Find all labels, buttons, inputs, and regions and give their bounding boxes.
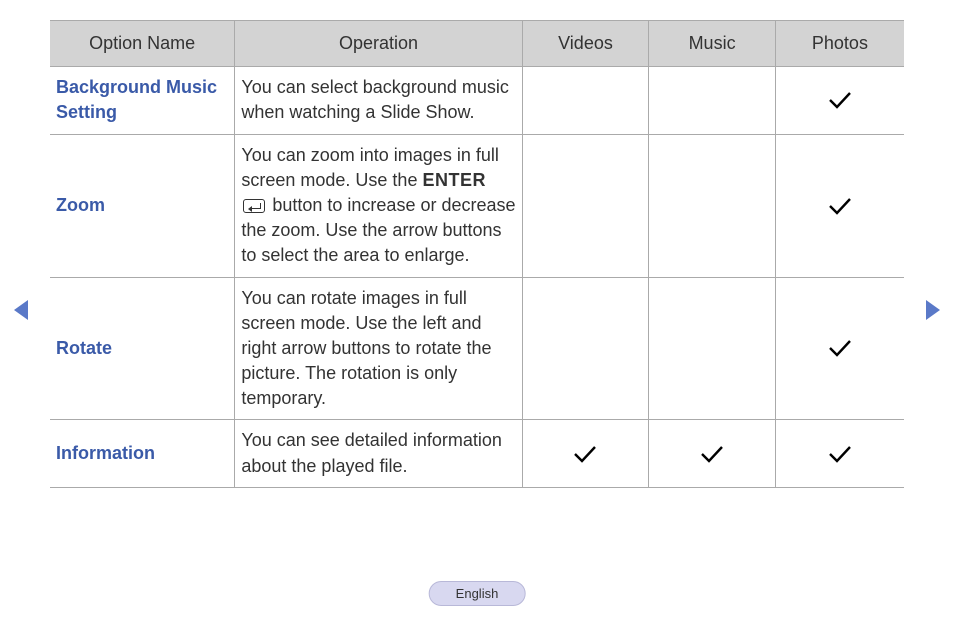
- col-header-operation: Operation: [235, 21, 522, 67]
- check-icon: [782, 338, 898, 358]
- option-name: Rotate: [50, 277, 235, 420]
- option-name: Zoom: [50, 134, 235, 277]
- check-icon: [782, 444, 898, 464]
- col-header-photos: Photos: [775, 21, 904, 67]
- music-support: [649, 134, 776, 277]
- check-icon: [529, 444, 643, 464]
- option-operation: You can see detailed information about t…: [235, 420, 522, 487]
- col-header-option: Option Name: [50, 21, 235, 67]
- videos-support: [522, 134, 649, 277]
- next-page-arrow-icon[interactable]: [926, 300, 940, 320]
- option-name: Background Music Setting: [50, 67, 235, 134]
- enter-button-icon: [243, 199, 265, 213]
- col-header-videos: Videos: [522, 21, 649, 67]
- table-row: InformationYou can see detailed informat…: [50, 420, 904, 487]
- col-header-music: Music: [649, 21, 776, 67]
- photos-support: [775, 277, 904, 420]
- music-support: [649, 277, 776, 420]
- option-operation: You can select background music when wat…: [235, 67, 522, 134]
- options-table: Option Name Operation Videos Music Photo…: [50, 20, 904, 488]
- table-row: RotateYou can rotate images in full scre…: [50, 277, 904, 420]
- videos-support: [522, 67, 649, 134]
- photos-support: [775, 134, 904, 277]
- check-icon: [655, 444, 769, 464]
- videos-support: [522, 277, 649, 420]
- music-support: [649, 67, 776, 134]
- option-operation: You can rotate images in full screen mod…: [235, 277, 522, 420]
- check-icon: [782, 196, 898, 216]
- photos-support: [775, 420, 904, 487]
- prev-page-arrow-icon[interactable]: [14, 300, 28, 320]
- table-row: ZoomYou can zoom into images in full scr…: [50, 134, 904, 277]
- language-indicator[interactable]: English: [429, 581, 526, 606]
- check-icon: [782, 90, 898, 110]
- option-operation: You can zoom into images in full screen …: [235, 134, 522, 277]
- operation-text-post: button to increase or decrease the zoom.…: [241, 195, 515, 265]
- option-name: Information: [50, 420, 235, 487]
- videos-support: [522, 420, 649, 487]
- enter-label: ENTER: [422, 170, 486, 190]
- photos-support: [775, 67, 904, 134]
- table-row: Background Music SettingYou can select b…: [50, 67, 904, 134]
- music-support: [649, 420, 776, 487]
